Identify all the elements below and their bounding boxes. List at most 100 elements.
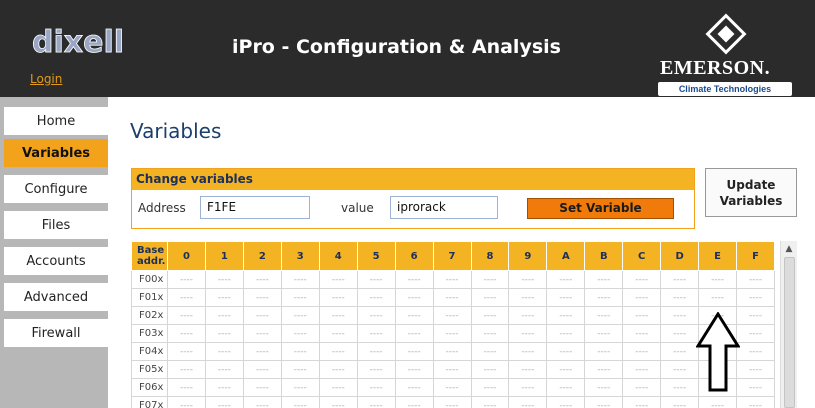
variable-cell[interactable]: ---- bbox=[622, 288, 662, 307]
variable-cell[interactable]: ---- bbox=[470, 270, 510, 289]
sidebar-item-home[interactable]: Home bbox=[4, 107, 108, 139]
sidebar-item-accounts[interactable]: Accounts bbox=[4, 247, 108, 279]
variable-cell[interactable]: ---- bbox=[508, 396, 548, 408]
variable-cell[interactable]: ---- bbox=[280, 270, 320, 289]
variable-cell[interactable]: ---- bbox=[280, 288, 320, 307]
variable-cell[interactable]: ---- bbox=[660, 396, 700, 408]
variable-cell[interactable]: ---- bbox=[356, 360, 396, 379]
sidebar-item-configure[interactable]: Configure bbox=[4, 175, 108, 207]
variable-cell[interactable]: ---- bbox=[660, 378, 700, 397]
variable-cell[interactable]: ---- bbox=[204, 360, 244, 379]
variable-cell[interactable]: ---- bbox=[280, 378, 320, 397]
variable-cell[interactable]: ---- bbox=[470, 324, 510, 343]
variable-cell[interactable]: ---- bbox=[622, 360, 662, 379]
variable-cell[interactable]: ---- bbox=[318, 288, 358, 307]
variable-cell[interactable]: ---- bbox=[356, 306, 396, 325]
variable-cell[interactable]: ---- bbox=[318, 360, 358, 379]
variable-cell[interactable]: ---- bbox=[584, 360, 624, 379]
variable-cell[interactable]: ---- bbox=[167, 360, 206, 379]
variable-cell[interactable]: ---- bbox=[280, 306, 320, 325]
variable-cell[interactable]: ---- bbox=[698, 288, 738, 307]
variable-cell[interactable]: ---- bbox=[622, 306, 662, 325]
variable-cell[interactable]: ---- bbox=[736, 360, 775, 379]
scroll-up-icon[interactable]: ▲ bbox=[781, 241, 797, 257]
variable-cell[interactable]: ---- bbox=[242, 378, 282, 397]
variable-cell[interactable]: ---- bbox=[622, 378, 662, 397]
variable-cell[interactable]: ---- bbox=[622, 324, 662, 343]
variable-cell[interactable]: ---- bbox=[736, 342, 775, 361]
variable-cell[interactable]: ---- bbox=[318, 306, 358, 325]
variable-cell[interactable]: ---- bbox=[204, 342, 244, 361]
variable-cell[interactable]: ---- bbox=[167, 306, 206, 325]
variable-cell[interactable]: ---- bbox=[394, 396, 434, 408]
variable-cell[interactable]: ---- bbox=[508, 324, 548, 343]
variable-cell[interactable]: ---- bbox=[280, 396, 320, 408]
variable-cell[interactable]: ---- bbox=[356, 288, 396, 307]
variable-cell[interactable]: ---- bbox=[736, 324, 775, 343]
variable-cell[interactable]: ---- bbox=[432, 270, 472, 289]
variable-cell[interactable]: ---- bbox=[546, 342, 586, 361]
variable-cell[interactable]: ---- bbox=[508, 360, 548, 379]
variable-cell[interactable]: ---- bbox=[394, 342, 434, 361]
variable-cell[interactable]: ---- bbox=[204, 324, 244, 343]
variable-cell[interactable]: ---- bbox=[242, 288, 282, 307]
variable-cell[interactable]: ---- bbox=[660, 288, 700, 307]
variable-cell[interactable]: ---- bbox=[242, 270, 282, 289]
variable-cell[interactable]: ---- bbox=[622, 396, 662, 408]
variable-cell[interactable]: ---- bbox=[508, 378, 548, 397]
variable-cell[interactable]: ---- bbox=[394, 270, 434, 289]
sidebar-item-variables[interactable]: Variables bbox=[4, 139, 108, 171]
variable-cell[interactable]: ---- bbox=[318, 342, 358, 361]
variable-cell[interactable]: ---- bbox=[280, 360, 320, 379]
variable-cell[interactable]: ---- bbox=[698, 396, 738, 408]
variable-cell[interactable]: ---- bbox=[470, 288, 510, 307]
variable-cell[interactable]: ---- bbox=[508, 306, 548, 325]
variable-cell[interactable]: ---- bbox=[698, 270, 738, 289]
variable-cell[interactable]: ---- bbox=[394, 288, 434, 307]
variable-cell[interactable]: ---- bbox=[204, 270, 244, 289]
variable-cell[interactable]: ---- bbox=[242, 306, 282, 325]
login-link[interactable]: Login bbox=[30, 72, 62, 86]
sidebar-item-firewall[interactable]: Firewall bbox=[4, 319, 108, 351]
variable-cell[interactable]: ---- bbox=[508, 288, 548, 307]
variable-cell[interactable]: ---- bbox=[622, 342, 662, 361]
variable-cell[interactable]: ---- bbox=[584, 324, 624, 343]
variable-cell[interactable]: ---- bbox=[432, 342, 472, 361]
variable-cell[interactable]: ---- bbox=[204, 378, 244, 397]
variable-cell[interactable]: ---- bbox=[546, 270, 586, 289]
variable-cell[interactable]: ---- bbox=[660, 342, 700, 361]
variable-cell[interactable]: ---- bbox=[736, 270, 775, 289]
variable-cell[interactable]: ---- bbox=[356, 270, 396, 289]
variable-cell[interactable]: ---- bbox=[660, 306, 700, 325]
variable-cell[interactable]: ---- bbox=[584, 396, 624, 408]
variable-cell[interactable]: ---- bbox=[432, 324, 472, 343]
variable-cell[interactable]: ---- bbox=[508, 270, 548, 289]
variable-cell[interactable]: ---- bbox=[318, 396, 358, 408]
sidebar-item-files[interactable]: Files bbox=[4, 211, 108, 243]
update-variables-button[interactable]: Update Variables bbox=[705, 168, 797, 217]
variable-cell[interactable]: ---- bbox=[167, 378, 206, 397]
variable-cell[interactable]: ---- bbox=[167, 396, 206, 408]
variable-cell[interactable]: ---- bbox=[470, 360, 510, 379]
variable-cell[interactable]: ---- bbox=[584, 288, 624, 307]
variable-cell[interactable]: ---- bbox=[204, 288, 244, 307]
variable-cell[interactable]: ---- bbox=[242, 360, 282, 379]
variable-cell[interactable]: ---- bbox=[660, 324, 700, 343]
variable-cell[interactable]: ---- bbox=[546, 306, 586, 325]
address-input[interactable]: F1FE bbox=[200, 196, 310, 219]
variable-cell[interactable]: ---- bbox=[394, 324, 434, 343]
set-variable-button[interactable]: Set Variable bbox=[527, 198, 674, 219]
variable-cell[interactable]: ---- bbox=[736, 306, 775, 325]
variable-cell[interactable]: ---- bbox=[356, 378, 396, 397]
variable-cell[interactable]: ---- bbox=[280, 342, 320, 361]
variable-cell[interactable]: ---- bbox=[584, 306, 624, 325]
variable-cell[interactable]: ---- bbox=[242, 396, 282, 408]
variable-cell[interactable]: ---- bbox=[167, 270, 206, 289]
variable-cell[interactable]: ---- bbox=[736, 288, 775, 307]
variable-cell[interactable]: ---- bbox=[394, 360, 434, 379]
variable-cell[interactable]: ---- bbox=[432, 360, 472, 379]
variable-cell[interactable]: ---- bbox=[470, 342, 510, 361]
variable-cell[interactable]: ---- bbox=[508, 342, 548, 361]
variable-cell[interactable]: ---- bbox=[167, 288, 206, 307]
variable-cell[interactable]: ---- bbox=[318, 324, 358, 343]
